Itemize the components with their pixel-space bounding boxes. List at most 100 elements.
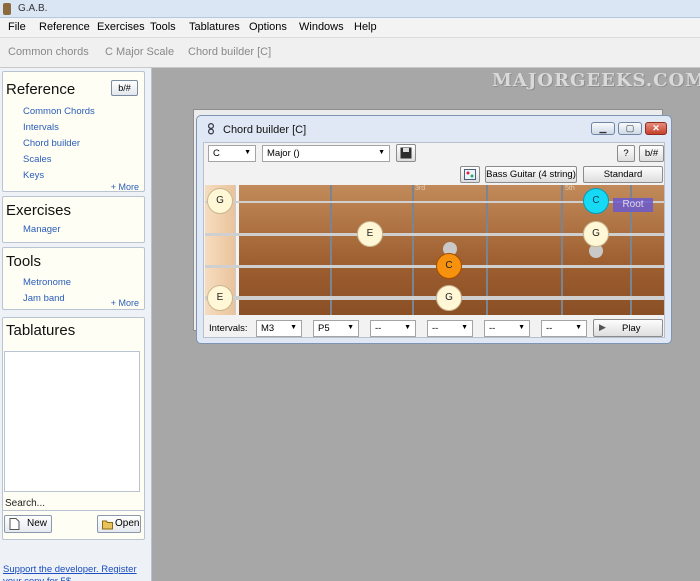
root-note-value: C — [213, 148, 220, 159]
maximize-button[interactable]: ▢ — [618, 122, 642, 135]
fretboard-root-note[interactable]: C — [583, 188, 609, 214]
sidebar-item-common-chords[interactable]: Common Chords — [23, 106, 95, 117]
search-divider — [2, 510, 144, 511]
tab-common-chords[interactable]: Common chords — [8, 46, 89, 58]
interval-value: M3 — [261, 323, 275, 334]
fretboard-image-icon — [464, 169, 476, 180]
chord-type-select[interactable]: Major () ▼ — [262, 145, 390, 162]
fretboard-note-highlighted[interactable]: C — [436, 253, 462, 279]
root-note-select[interactable]: C ▼ — [208, 145, 256, 162]
reference-section: Reference b/# Common Chords Intervals Ch… — [2, 71, 145, 192]
help-button[interactable]: ? — [617, 145, 635, 162]
fretboard-note[interactable]: E — [357, 221, 383, 247]
tools-title: Tools — [6, 253, 42, 270]
chevron-down-icon: ▼ — [290, 324, 297, 331]
document-tabs: Common chords C Major Scale Chord builde… — [0, 38, 700, 68]
menu-tablatures[interactable]: Tablatures — [189, 21, 240, 33]
open-folder-icon — [102, 520, 113, 530]
sidebar-item-intervals[interactable]: Intervals — [23, 122, 59, 133]
tablatures-list[interactable] — [4, 351, 140, 492]
reference-flat-sharp-toggle[interactable]: b/# — [111, 80, 138, 96]
exercises-section: Exercises Manager — [2, 196, 145, 243]
interval-select-1[interactable]: M3 ▼ — [256, 320, 302, 337]
interval-select-6[interactable]: -- ▼ — [541, 320, 587, 337]
fretboard-view-button[interactable] — [460, 166, 480, 183]
fretboard-note[interactable]: G — [207, 188, 233, 214]
chevron-down-icon: ▼ — [461, 324, 468, 331]
sidebar-item-scales[interactable]: Scales — [23, 154, 52, 165]
support-register-link[interactable]: Support the developer. Register your cop… — [3, 564, 151, 581]
menu-help[interactable]: Help — [354, 21, 377, 33]
fret-marker-5th: 5th — [565, 185, 575, 192]
menu-options[interactable]: Options — [249, 21, 287, 33]
reference-title: Reference — [6, 81, 76, 98]
interval-select-3[interactable]: -- ▼ — [370, 320, 416, 337]
chevron-down-icon: ▼ — [518, 324, 525, 331]
open-tab-label: Open — [115, 518, 140, 529]
open-tab-button[interactable]: Open — [97, 515, 141, 533]
reference-more-link[interactable]: + More — [111, 182, 139, 192]
chord-builder-title: Chord builder [C] — [223, 124, 307, 136]
play-button[interactable]: ▶ Play — [593, 319, 663, 337]
fretboard-note[interactable]: G — [583, 221, 609, 247]
tuning-fork-icon — [206, 122, 216, 138]
menu-reference[interactable]: Reference — [39, 21, 90, 33]
menu-tools[interactable]: Tools — [150, 21, 176, 33]
title-bar: G.A.B. — [0, 0, 700, 18]
new-tab-label: New — [27, 518, 48, 529]
close-button[interactable]: ✕ — [645, 122, 667, 135]
interval-value: -- — [375, 323, 382, 334]
chevron-down-icon: ▼ — [347, 324, 354, 331]
tools-more-link[interactable]: + More — [111, 298, 139, 308]
fretboard-note[interactable]: G — [436, 285, 462, 311]
interval-select-2[interactable]: P5 ▼ — [313, 320, 359, 337]
menu-file[interactable]: File — [8, 21, 26, 33]
menu-exercises[interactable]: Exercises — [97, 21, 145, 33]
intervals-row: Intervals: M3 ▼ P5 ▼ -- ▼ -- ▼ -- ▼ -- ▼… — [204, 318, 664, 338]
new-document-icon — [9, 518, 20, 530]
sidebar-item-jam-band[interactable]: Jam band — [23, 293, 65, 304]
interval-value: P5 — [318, 323, 330, 334]
interval-select-5[interactable]: -- ▼ — [484, 320, 530, 337]
string-e — [205, 296, 664, 300]
fretboard[interactable]: 3rd 5th G E E C G C G Root — [205, 185, 664, 315]
chord-builder-body: C ▼ Major () ▼ ? b/# Bass Guitar (4 stri… — [203, 142, 665, 338]
root-label: Root — [613, 198, 653, 212]
exercises-title: Exercises — [6, 202, 72, 219]
menu-bar: File Reference Exercises Tools Tablature… — [0, 18, 700, 38]
intervals-label: Intervals: — [209, 323, 248, 334]
play-label: Play — [622, 323, 641, 334]
tab-chord-builder[interactable]: Chord builder [C] — [188, 46, 271, 58]
tuning-button[interactable]: Standard — [583, 166, 663, 183]
chord-builder-window: Chord builder [C] ▁ ▢ ✕ C ▼ Major () ▼ ?… — [196, 115, 672, 344]
minimize-button[interactable]: ▁ — [591, 122, 615, 135]
sidebar-item-metronome[interactable]: Metronome — [23, 277, 71, 288]
flat-sharp-toggle[interactable]: b/# — [639, 145, 664, 162]
sidebar: Reference b/# Common Chords Intervals Ch… — [0, 68, 152, 581]
instrument-button[interactable]: Bass Guitar (4 string) — [485, 166, 577, 183]
menu-windows[interactable]: Windows — [299, 21, 344, 33]
window-title: G.A.B. — [18, 3, 48, 14]
fret-marker-3rd: 3rd — [415, 185, 426, 192]
tools-section: Tools Metronome Jam band + More — [2, 247, 145, 310]
save-chord-button[interactable] — [396, 144, 416, 162]
chevron-down-icon: ▼ — [575, 324, 582, 331]
fretboard-note[interactable]: E — [207, 285, 233, 311]
sidebar-item-keys[interactable]: Keys — [23, 170, 44, 181]
chevron-down-icon: ▼ — [404, 324, 411, 331]
chord-builder-titlebar[interactable]: Chord builder [C] ▁ ▢ ✕ — [197, 116, 671, 140]
tab-c-major-scale[interactable]: C Major Scale — [105, 46, 174, 58]
watermark: MAJORGEEKS.COM — [492, 70, 700, 91]
sidebar-item-chord-builder[interactable]: Chord builder — [23, 138, 80, 149]
interval-value: -- — [432, 323, 439, 334]
chord-type-value: Major () — [267, 148, 300, 159]
play-icon: ▶ — [599, 322, 606, 332]
interval-value: -- — [546, 323, 553, 334]
search-input[interactable]: Search... — [5, 498, 45, 509]
new-tab-button[interactable]: New — [4, 515, 52, 533]
tablatures-title: Tablatures — [6, 322, 76, 339]
sidebar-item-manager[interactable]: Manager — [23, 224, 61, 235]
chevron-down-icon: ▼ — [244, 149, 251, 156]
string-a — [205, 265, 664, 268]
interval-select-4[interactable]: -- ▼ — [427, 320, 473, 337]
